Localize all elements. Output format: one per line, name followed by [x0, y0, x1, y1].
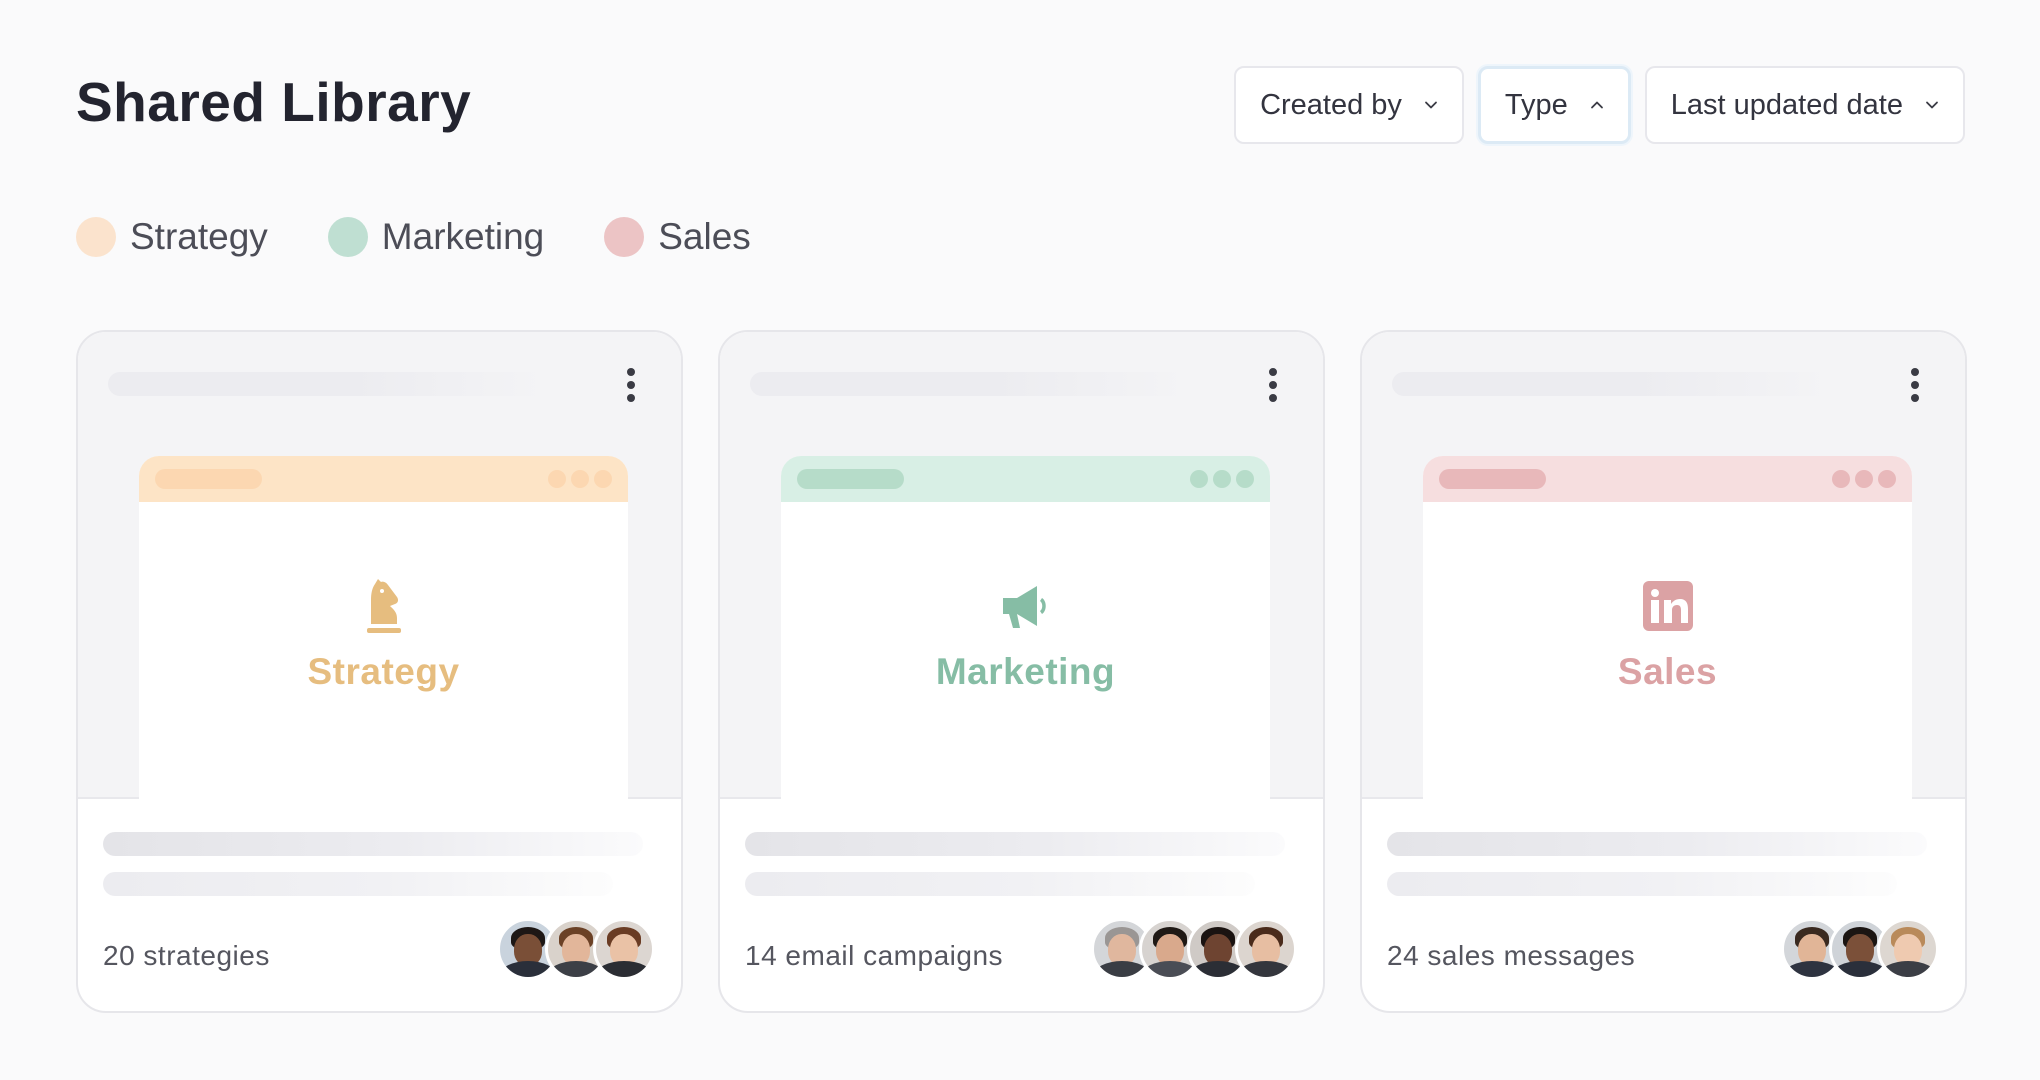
skeleton-title: [1392, 372, 1832, 396]
last-updated-filter-label: Last updated date: [1670, 88, 1903, 121]
card-preview-window: Marketing: [781, 456, 1270, 799]
last-updated-filter[interactable]: Last updated date: [1644, 66, 1965, 144]
library-card-strategy[interactable]: Strategy 20 strategies: [76, 330, 683, 1013]
card-category-label: Sales: [1617, 651, 1718, 692]
card-preview-window: Strategy: [139, 456, 628, 799]
card-preview-area: Strategy: [78, 332, 681, 799]
chevron-up-icon: [1590, 98, 1604, 112]
collaborator-avatars: [1781, 918, 1939, 980]
type-filter-label: Type: [1504, 88, 1568, 121]
card-preview-window: Sales: [1423, 456, 1912, 799]
skeleton-title: [750, 372, 1190, 396]
linkedin-icon: [1641, 576, 1695, 636]
skeleton-line: [1387, 832, 1927, 856]
type-filter[interactable]: Type: [1477, 66, 1631, 144]
created-by-filter[interactable]: Created by: [1234, 66, 1464, 144]
skeleton-line: [103, 872, 613, 896]
library-card-grid: Strategy 20 strategies Marketing 14 emai…: [76, 330, 1967, 1013]
legend-label: Marketing: [381, 216, 545, 257]
legend-item-marketing: Marketing: [327, 216, 545, 258]
legend-dot: [327, 217, 368, 257]
library-card-marketing[interactable]: Marketing 14 email campaigns: [718, 330, 1325, 1013]
preview-window-dots: [1190, 470, 1254, 488]
legend-item-strategy: Strategy: [76, 216, 268, 258]
avatar: [593, 918, 655, 980]
skeleton-line: [745, 872, 1255, 896]
card-category-label: Strategy: [307, 651, 460, 692]
chevron-down-icon: [1424, 98, 1438, 112]
more-options-icon[interactable]: [1267, 368, 1279, 402]
card-preview-area: Marketing: [720, 332, 1323, 799]
skeleton-line: [1387, 872, 1897, 896]
item-count: 24 sales messages: [1387, 940, 1636, 971]
collaborator-avatars: [497, 918, 655, 980]
legend-item-sales: Sales: [604, 216, 751, 258]
card-category-label: Marketing: [935, 651, 1116, 692]
card-preview-area: Sales: [1362, 332, 1965, 799]
legend-dot: [76, 217, 116, 257]
collaborator-avatars: [1091, 918, 1297, 980]
chess-knight-icon: [357, 576, 411, 636]
preview-window-dots: [1832, 470, 1896, 488]
preview-bar-pill: [797, 469, 904, 489]
more-options-icon[interactable]: [625, 368, 637, 402]
preview-window-bar: [139, 456, 628, 502]
item-count: 20 strategies: [103, 940, 270, 971]
item-count: 14 email campaigns: [745, 940, 1004, 971]
chevron-down-icon: [1925, 98, 1939, 112]
legend-label: Strategy: [130, 216, 268, 257]
skeleton-line: [103, 832, 643, 856]
megaphone-icon: [999, 576, 1053, 636]
preview-window-dots: [548, 470, 612, 488]
more-options-icon[interactable]: [1909, 368, 1921, 402]
category-legend: Strategy Marketing Sales: [76, 216, 751, 258]
preview-window-bar: [1423, 456, 1912, 502]
library-card-sales[interactable]: Sales 24 sales messages: [1360, 330, 1967, 1013]
skeleton-title: [108, 372, 548, 396]
preview-bar-pill: [1439, 469, 1546, 489]
legend-label: Sales: [658, 216, 751, 257]
page-title: Shared Library: [76, 71, 472, 133]
created-by-filter-label: Created by: [1260, 88, 1402, 121]
skeleton-line: [745, 832, 1285, 856]
avatar: [1235, 918, 1297, 980]
preview-bar-pill: [155, 469, 262, 489]
avatar: [1877, 918, 1939, 980]
filter-bar: Created by Type Last updated date: [1234, 66, 1965, 144]
preview-window-bar: [781, 456, 1270, 502]
legend-dot: [604, 217, 645, 257]
